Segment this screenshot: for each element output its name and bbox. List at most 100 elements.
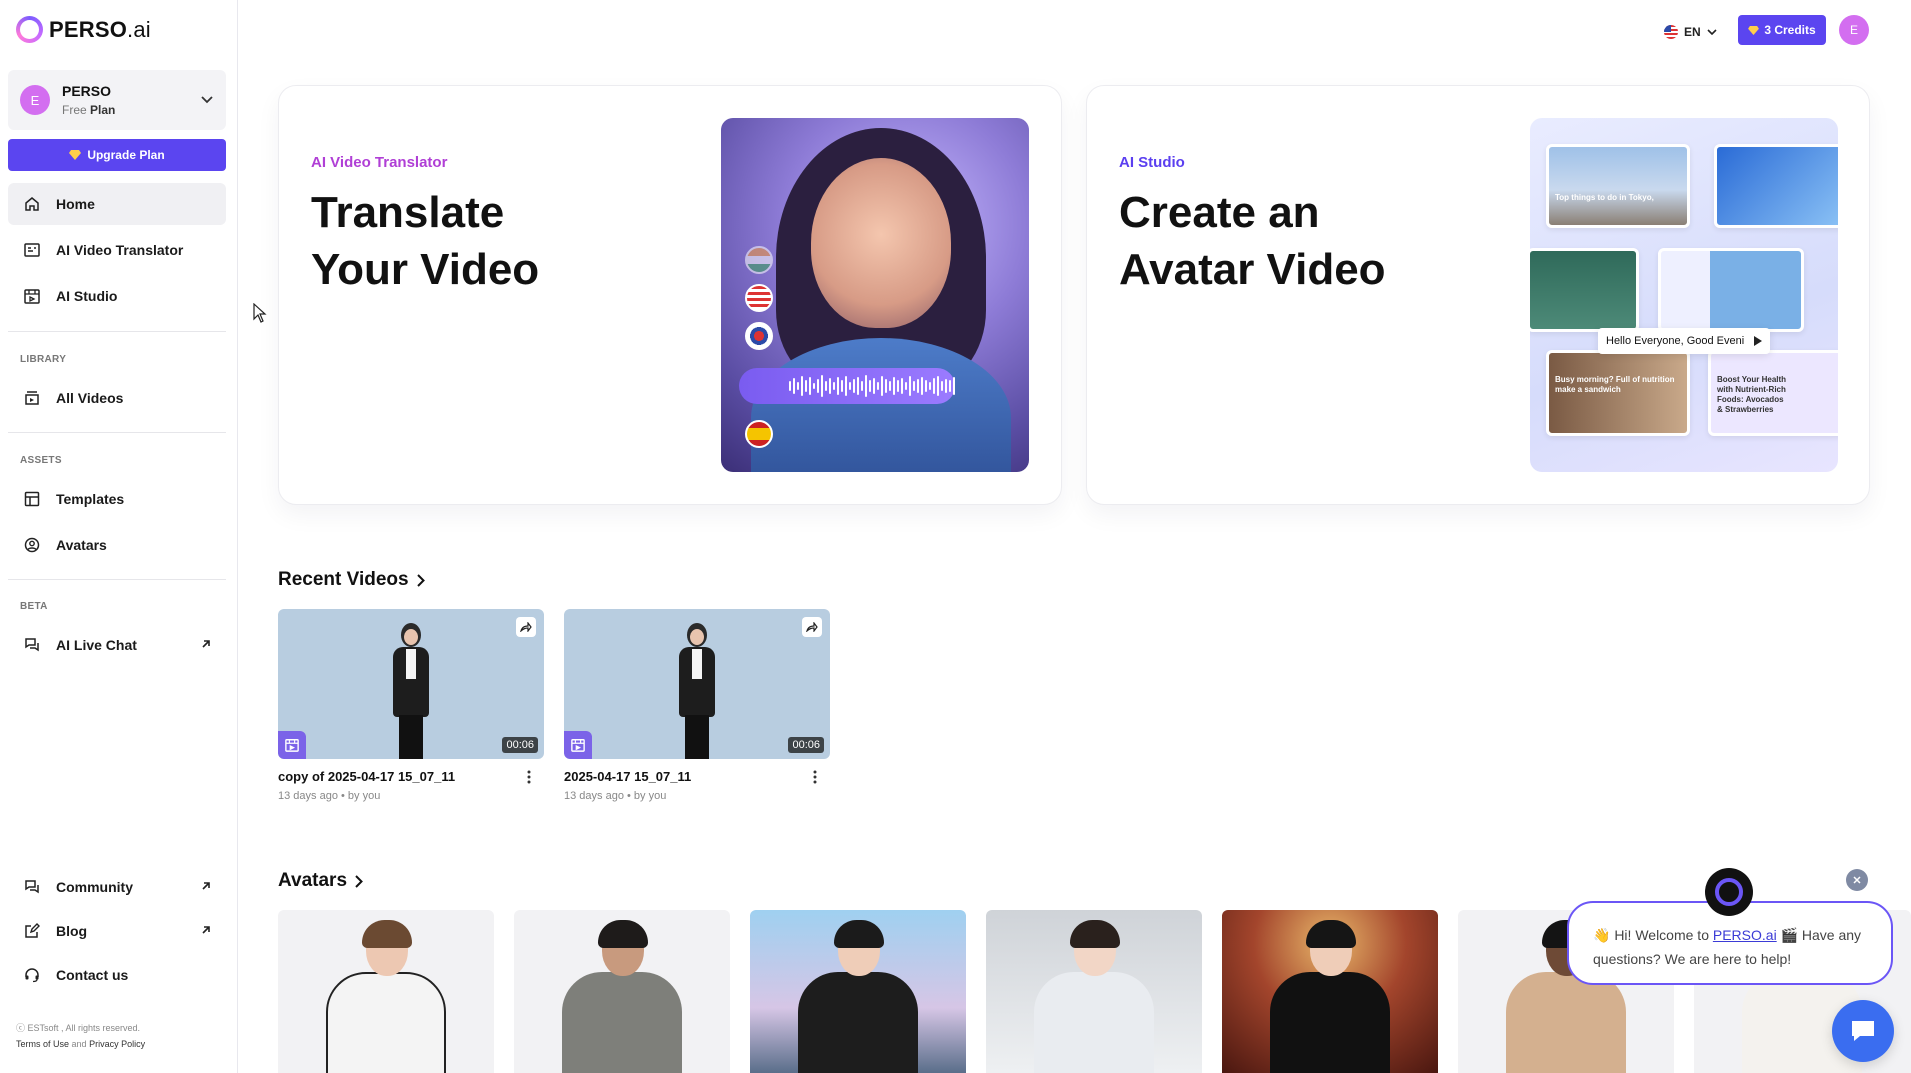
mouse-cursor-icon — [253, 302, 267, 323]
headset-icon — [22, 965, 42, 985]
sidebar-item-home[interactable]: Home — [8, 183, 226, 225]
studio-thumbnail: Busy morning? Full of nutrition make a s… — [1546, 350, 1690, 436]
avatar-card[interactable] — [750, 910, 966, 1073]
footer: ⓒ ESTsoft , All rights reserved. Terms o… — [16, 1020, 145, 1052]
studio-badge-icon — [278, 731, 306, 759]
perso-link[interactable]: PERSO.ai — [1713, 927, 1777, 943]
avatar-circle-icon — [22, 535, 42, 555]
studio-thumbnail — [1658, 248, 1804, 332]
spain-flag-icon — [745, 420, 773, 448]
sidebar-item-templates[interactable]: Templates — [8, 478, 226, 520]
studio-hero-image: Top things to do in Tokyo, Busy morning?… — [1530, 118, 1838, 472]
chevron-down-icon — [200, 93, 214, 107]
studio-icon — [22, 286, 42, 306]
section-label-beta: BETA — [20, 601, 48, 612]
sidebar-item-contact-us[interactable]: Contact us — [8, 954, 226, 996]
more-options-icon[interactable] — [522, 769, 536, 785]
video-title: copy of 2025-04-17 15_07_11 — [278, 769, 544, 784]
video-title: 2025-04-17 15_07_11 — [564, 769, 830, 784]
copyright: ⓒ ESTsoft , All rights reserved. — [16, 1023, 141, 1033]
templates-icon — [22, 489, 42, 509]
sidebar-item-ai-live-chat[interactable]: AI Live Chat — [8, 624, 226, 666]
workspace-name: PERSO — [62, 83, 112, 99]
video-card[interactable]: 00:06 2025-04-17 15_07_11 13 days ago • … — [564, 609, 830, 802]
external-link-icon — [202, 882, 210, 890]
sidebar-item-ai-studio[interactable]: AI Studio — [8, 275, 226, 317]
upgrade-plan-button[interactable]: Upgrade Plan — [8, 139, 226, 171]
sidebar: PERSO.ai E PERSO Free Plan Upgrade Plan … — [0, 0, 238, 1073]
chat-bot-logo-icon — [1705, 868, 1753, 916]
play-icon — [1754, 336, 1763, 346]
home-icon — [22, 194, 42, 214]
india-flag-icon — [745, 246, 773, 274]
video-meta: 13 days ago • by you — [278, 790, 381, 802]
logo[interactable]: PERSO.ai — [16, 16, 151, 43]
studio-thumbnail — [1714, 144, 1838, 228]
external-link-icon — [202, 926, 210, 934]
section-label-assets: ASSETS — [20, 455, 62, 466]
chat-launcher-button[interactable] — [1832, 1000, 1894, 1062]
divider — [8, 432, 226, 433]
terms-of-use-link[interactable]: Terms of Use — [16, 1039, 69, 1049]
user-avatar[interactable]: E — [1839, 15, 1869, 45]
korea-flag-icon — [745, 322, 773, 350]
video-thumbnail[interactable]: 00:06 — [564, 609, 830, 759]
workspace-switcher[interactable]: E PERSO Free Plan — [8, 70, 226, 130]
avatar-card[interactable] — [278, 910, 494, 1073]
video-meta: 13 days ago • by you — [564, 790, 667, 802]
audio-waveform — [739, 368, 955, 404]
workspace-avatar: E — [20, 85, 50, 115]
video-thumbnail[interactable]: 00:06 — [278, 609, 544, 759]
blog-edit-icon — [22, 921, 42, 941]
ai-video-translator-card[interactable]: AI Video Translator Translate Your Video — [278, 85, 1062, 505]
logo-text: PERSO.ai — [49, 16, 151, 42]
us-flag-icon — [745, 284, 773, 312]
card-title: Create an Avatar Video — [1119, 188, 1386, 294]
privacy-policy-link[interactable]: Privacy Policy — [89, 1039, 145, 1049]
avatars-heading[interactable]: Avatars — [278, 870, 363, 892]
studio-thumbnail — [1530, 248, 1639, 332]
sidebar-item-ai-video-translator[interactable]: AI Video Translator — [8, 229, 226, 271]
studio-badge-icon — [564, 731, 592, 759]
diamond-icon — [69, 150, 82, 160]
chevron-down-icon — [1707, 29, 1717, 35]
more-options-icon[interactable] — [808, 769, 822, 785]
card-eyebrow: AI Video Translator — [311, 154, 448, 171]
external-link-icon — [202, 640, 210, 648]
sidebar-item-avatars[interactable]: Avatars — [8, 524, 226, 566]
chevron-right-icon — [416, 573, 425, 587]
community-icon — [22, 877, 42, 897]
videos-icon — [22, 388, 42, 408]
perso-logo-icon — [16, 16, 43, 43]
share-icon[interactable] — [516, 617, 536, 637]
caption-chip: Hello Everyone, Good Eveni — [1598, 328, 1771, 354]
sidebar-item-blog[interactable]: Blog — [8, 910, 226, 952]
divider — [8, 579, 226, 580]
ai-studio-card[interactable]: AI Studio Create an Avatar Video Top thi… — [1086, 85, 1870, 505]
studio-thumbnail: Boost Your Health with Nutrient-Rich Foo… — [1708, 350, 1838, 436]
sidebar-item-community[interactable]: Community — [8, 866, 226, 908]
studio-thumbnail: Top things to do in Tokyo, — [1546, 144, 1690, 228]
card-eyebrow: AI Studio — [1119, 154, 1185, 171]
upgrade-plan-label: Upgrade Plan — [87, 148, 165, 162]
divider — [8, 331, 226, 332]
avatar-card[interactable] — [1222, 910, 1438, 1073]
sidebar-item-all-videos[interactable]: All Videos — [8, 377, 226, 419]
chevron-right-icon — [355, 874, 363, 888]
diamond-icon — [1748, 25, 1760, 35]
language-selector[interactable]: EN — [1664, 22, 1717, 42]
recent-videos-heading[interactable]: Recent Videos — [278, 569, 425, 591]
credits-button[interactable]: 3 Credits — [1738, 15, 1826, 45]
share-icon[interactable] — [802, 617, 822, 637]
card-title: Translate Your Video — [311, 188, 540, 294]
video-duration: 00:06 — [502, 737, 538, 753]
avatar-card[interactable] — [986, 910, 1202, 1073]
video-duration: 00:06 — [788, 737, 824, 753]
live-chat-icon — [22, 635, 42, 655]
video-card[interactable]: 00:06 copy of 2025-04-17 15_07_11 13 day… — [278, 609, 544, 802]
us-flag-icon — [1664, 25, 1678, 39]
close-icon[interactable] — [1846, 869, 1868, 891]
avatar-card[interactable] — [514, 910, 730, 1073]
section-label-library: LIBRARY — [20, 354, 67, 365]
workspace-plan: Free Plan — [62, 103, 116, 117]
